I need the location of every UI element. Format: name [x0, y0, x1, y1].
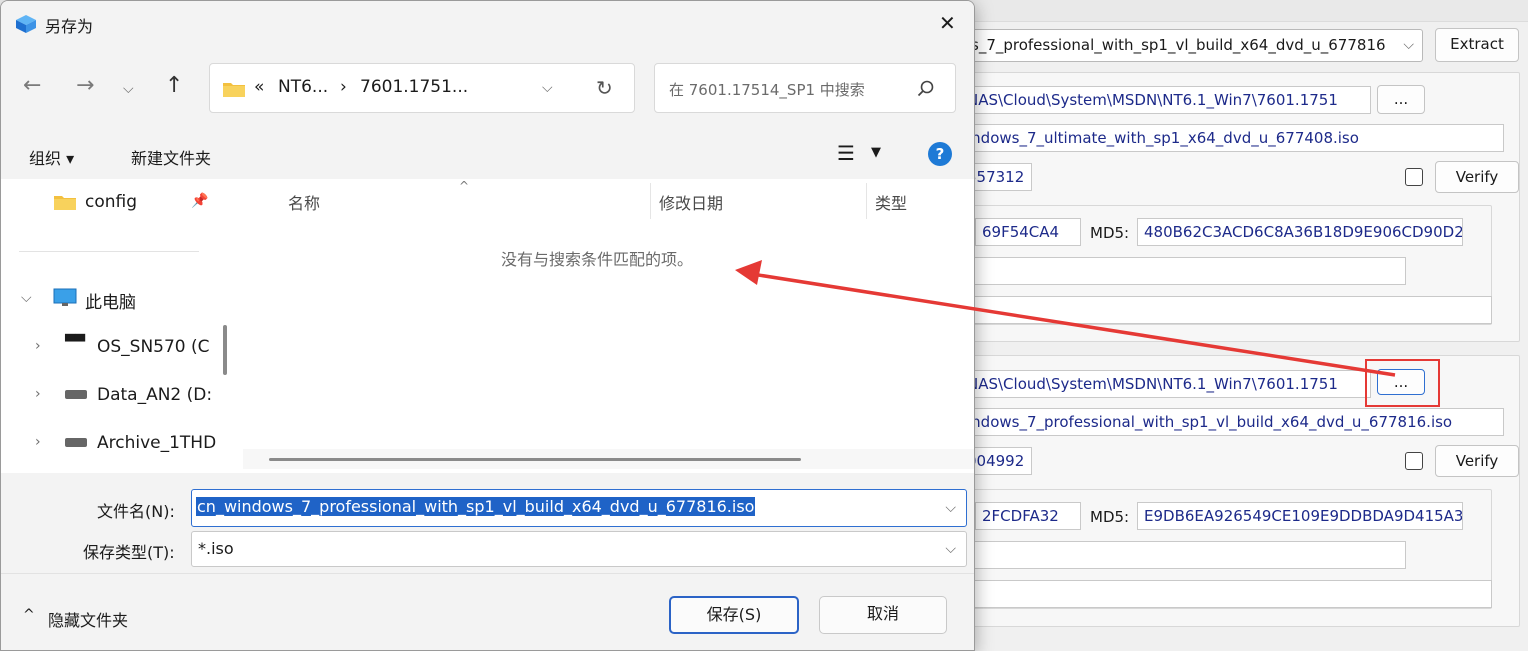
annotation-arrow [735, 260, 1396, 377]
